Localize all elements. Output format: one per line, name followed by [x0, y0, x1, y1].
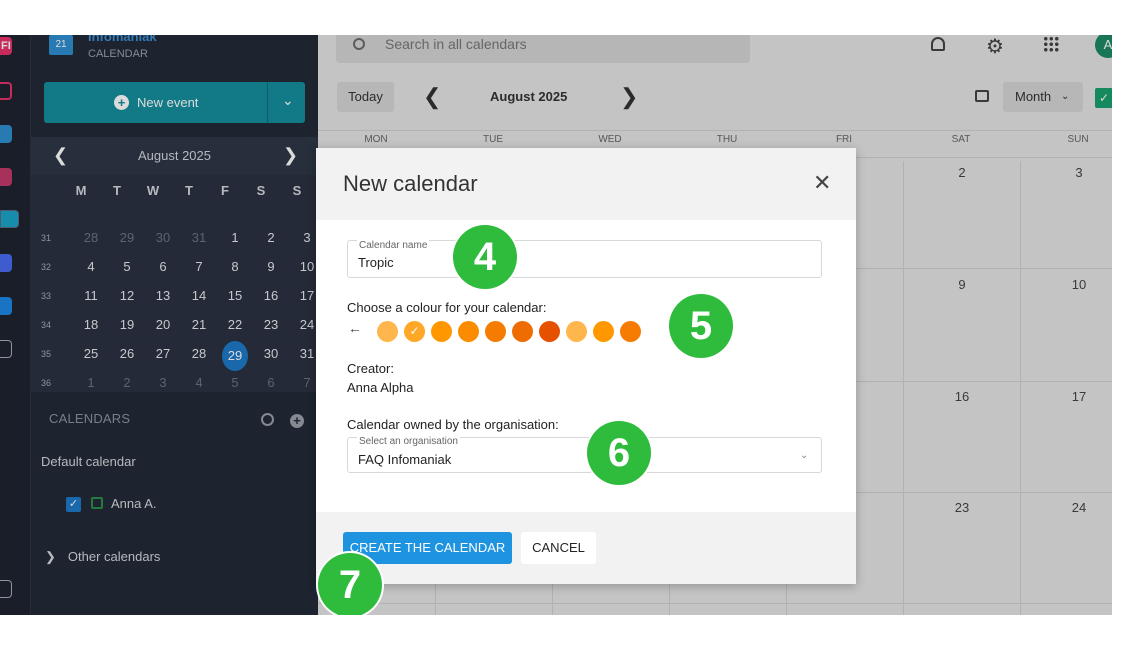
calendar-name-field[interactable]: Calendar name Tropic — [347, 240, 822, 278]
creator-value: Anna Alpha — [347, 380, 414, 395]
colour-swatch[interactable] — [593, 321, 614, 342]
colour-swatch[interactable] — [377, 321, 398, 342]
calendar-name-label: Calendar name — [357, 240, 430, 251]
step-badge-7: 7 — [318, 553, 382, 615]
chevron-down-icon: ⌄ — [800, 450, 809, 461]
creator-label: Creator: — [347, 361, 394, 376]
organisation-select-label: Select an organisation — [357, 436, 460, 447]
colour-swatch[interactable] — [458, 321, 479, 342]
colour-swatch[interactable] — [620, 321, 641, 342]
dialog-title: New calendar — [343, 171, 478, 196]
organisation-select[interactable]: Select an organisation FAQ Infomaniak ⌄ — [347, 436, 822, 473]
new-calendar-dialog: New calendar ✕ Calendar name Tropic Choo… — [316, 148, 856, 584]
colour-swatch[interactable] — [512, 321, 533, 342]
app-window: FI 21 Infomaniak CALENDAR + New event ⌄ … — [0, 35, 1112, 615]
colour-swatch[interactable] — [539, 321, 560, 342]
organisation-label: Calendar owned by the organisation: — [347, 417, 559, 432]
calendar-name-value[interactable]: Tropic — [358, 255, 394, 270]
dialog-header: New calendar ✕ — [316, 148, 856, 220]
organisation-select-value: FAQ Infomaniak — [358, 452, 452, 467]
colour-swatch[interactable] — [485, 321, 506, 342]
colour-label: Choose a colour for your calendar: — [347, 300, 547, 315]
close-icon[interactable]: ✕ — [813, 170, 831, 196]
arrow-left-icon[interactable]: ← — [348, 320, 362, 336]
colour-swatch[interactable] — [566, 321, 587, 342]
step-badge-5: 5 — [669, 294, 733, 358]
cancel-button[interactable]: CANCEL — [521, 532, 596, 564]
step-badge-4: 4 — [453, 225, 517, 289]
dialog-footer: CREATE THE CALENDAR CANCEL — [316, 512, 856, 584]
colour-swatch-selected[interactable] — [404, 321, 425, 342]
colour-swatch[interactable] — [431, 321, 452, 342]
step-badge-6: 6 — [587, 421, 651, 485]
